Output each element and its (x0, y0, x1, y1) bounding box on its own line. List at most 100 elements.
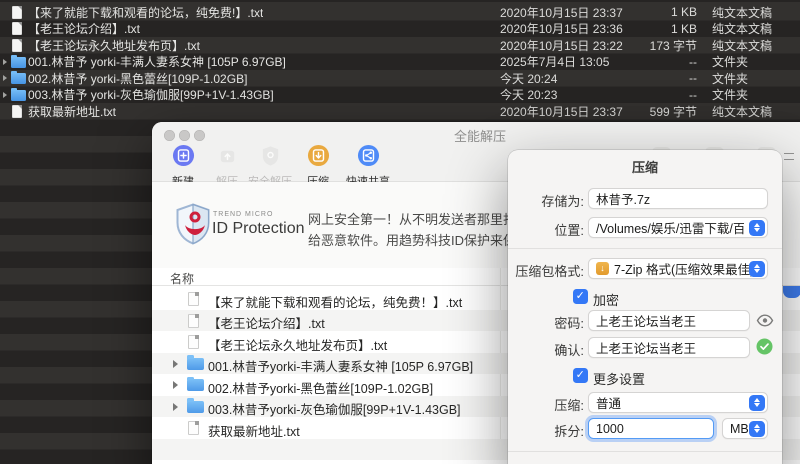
chevron-up-down-icon (749, 395, 765, 411)
more-settings-label: 更多设置 (593, 369, 645, 388)
file-kind: 纯文本文稿 (712, 20, 772, 37)
divider (508, 451, 782, 452)
file-kind: 纯文本文稿 (712, 4, 772, 21)
file-name: 获取最新地址.txt (28, 103, 116, 120)
table-row[interactable]: 002.林昔予 yorki-黑色蕾丝[109P-1.02GB] 今天 20:24… (0, 70, 800, 87)
close-button[interactable] (164, 130, 175, 141)
folder-icon (11, 73, 26, 84)
brand-product: ID Protection (212, 220, 304, 238)
password-input[interactable] (588, 310, 750, 331)
screen: 【来了就能下载和观看的论坛，纯免费!】.txt 2020年10月15日 23:3… (0, 0, 800, 464)
dialog-title: 压缩 (508, 157, 782, 176)
file-name: 【老王论坛永久地址发布页】.txt (208, 335, 387, 354)
format-label: 压缩包格式: (508, 261, 584, 280)
location-label: 位置: (508, 220, 584, 239)
encrypt-label: 加密 (593, 290, 619, 309)
text-file-icon (12, 6, 22, 19)
confirm-label: 确认: (508, 340, 584, 359)
password-match-check-icon (756, 338, 773, 355)
maximize-button[interactable] (194, 130, 205, 141)
folder-icon (187, 401, 204, 413)
divider (508, 248, 782, 249)
disclosure-chevron-icon[interactable] (3, 75, 7, 81)
compression-level-value: 普通 (596, 393, 621, 412)
file-kind: 文件夹 (712, 53, 748, 70)
chevron-up-down-icon (749, 261, 765, 277)
folder-icon (187, 358, 204, 370)
text-file-icon (188, 314, 199, 328)
confirm-password-input[interactable] (588, 337, 750, 358)
text-file-icon (12, 22, 22, 35)
format-select[interactable]: ↓ 7-Zip 格式(压缩效果最佳) (588, 258, 768, 279)
file-kind: 纯文本文稿 (712, 103, 772, 120)
file-name: 003.林昔予yorki-灰色瑜伽服[99P+1V-1.43GB] (208, 399, 461, 418)
file-name: 003.林昔予 yorki-灰色瑜伽服[99P+1V-1.43GB] (28, 86, 274, 103)
more-settings-checkbox[interactable]: ✓ (573, 368, 588, 383)
text-file-icon (12, 39, 22, 52)
file-size: 599 字节 (600, 103, 697, 120)
file-date: 今天 20:23 (500, 86, 557, 103)
location-select[interactable]: /Volumes/娱乐/迅雷下载/百度网盘... (588, 217, 768, 238)
text-file-icon (188, 292, 199, 306)
menu-icon (784, 153, 794, 160)
table-row[interactable]: 001.林昔予 yorki-丰满人妻系女神 [105P 6.97GB] 2025… (0, 54, 800, 71)
save-as-input[interactable] (588, 188, 768, 209)
save-as-label: 存储为: (508, 191, 584, 210)
file-name: 001.林昔予 yorki-丰满人妻系女神 [105P 6.97GB] (28, 53, 286, 70)
encrypt-checkbox[interactable]: ✓ (573, 289, 588, 304)
text-file-icon (188, 421, 199, 435)
safe-extract-shield-icon (259, 144, 282, 167)
disclosure-chevron-icon[interactable] (3, 59, 7, 65)
chevron-up-down-icon (749, 220, 765, 236)
disclosure-chevron-icon[interactable] (173, 381, 178, 389)
file-size: 1 KB (600, 5, 697, 19)
file-name: 获取最新地址.txt (208, 421, 300, 440)
table-row[interactable]: 【老王论坛介绍】.txt 2020年10月15日 23:36 1 KB 纯文本文… (0, 21, 800, 38)
folder-icon (11, 90, 26, 101)
disclosure-chevron-icon[interactable] (173, 360, 178, 368)
split-unit-value: MB (730, 422, 749, 436)
split-label: 拆分: (508, 421, 584, 440)
file-size: -- (600, 71, 697, 85)
split-unit-select[interactable]: MB (722, 418, 768, 439)
file-size: -- (600, 55, 697, 69)
text-file-icon (188, 335, 199, 349)
table-row[interactable]: 【来了就能下载和观看的论坛，纯免费!】.txt 2020年10月15日 23:3… (0, 4, 800, 21)
file-name: 001.林昔予yorki-丰满人妻系女神 [105P 6.97GB] (208, 356, 473, 375)
file-size: -- (600, 88, 697, 102)
file-kind: 文件夹 (712, 86, 748, 103)
split-size-input[interactable] (588, 418, 714, 439)
file-name: 002.林昔予yorki-黑色蕾丝[109P-1.02GB] (208, 378, 433, 397)
table-row[interactable]: 【老王论坛永久地址发布页】.txt 2020年10月15日 23:22 173 … (0, 37, 800, 54)
disclosure-chevron-icon[interactable] (3, 92, 7, 98)
new-archive-icon (172, 144, 195, 167)
file-date: 今天 20:24 (500, 70, 557, 87)
file-name: 【老王论坛永久地址发布页】.txt (28, 37, 200, 54)
compress-icon (307, 144, 330, 167)
file-name: 002.林昔予 yorki-黑色蕾丝[109P-1.02GB] (28, 70, 247, 87)
trend-micro-shield-icon (176, 203, 210, 245)
file-date: 2025年7月4日 13:05 (500, 53, 609, 70)
extract-icon (216, 144, 239, 167)
minimize-button[interactable] (179, 130, 190, 141)
disclosure-chevron-icon[interactable] (173, 403, 178, 411)
table-row[interactable]: 获取最新地址.txt 2020年10月15日 23:37 599 字节 纯文本文… (0, 103, 800, 120)
file-name: 【来了就能下载和观看的论坛，纯免费！】.txt (208, 292, 462, 311)
show-password-eye-icon[interactable] (756, 314, 774, 327)
file-name: 【来了就能下载和观看的论坛，纯免费!】.txt (28, 4, 263, 21)
file-kind: 纯文本文稿 (712, 37, 772, 54)
compress-dialog: 压缩 存储为: 位置: /Volumes/娱乐/迅雷下载/百度网盘... 压缩包… (508, 150, 782, 464)
table-row[interactable]: 003.林昔予 yorki-灰色瑜伽服[99P+1V-1.43GB] 今天 20… (0, 87, 800, 104)
file-name: 【老王论坛介绍】.txt (28, 20, 140, 37)
location-value: /Volumes/娱乐/迅雷下载/百度网盘... (596, 218, 744, 237)
window-title: 全能解压 (430, 126, 530, 145)
format-value: 7-Zip 格式(压缩效果最佳) (614, 259, 754, 278)
file-size: 1 KB (600, 22, 697, 36)
quick-share-icon (357, 144, 380, 167)
brand-name: TREND MICRO (213, 211, 273, 218)
text-file-icon (12, 105, 22, 118)
compression-level-select[interactable]: 普通 (588, 392, 768, 413)
compression-level-label: 压缩: (508, 395, 584, 414)
password-label: 密码: (508, 313, 584, 332)
file-name: 【老王论坛介绍】.txt (208, 313, 325, 332)
